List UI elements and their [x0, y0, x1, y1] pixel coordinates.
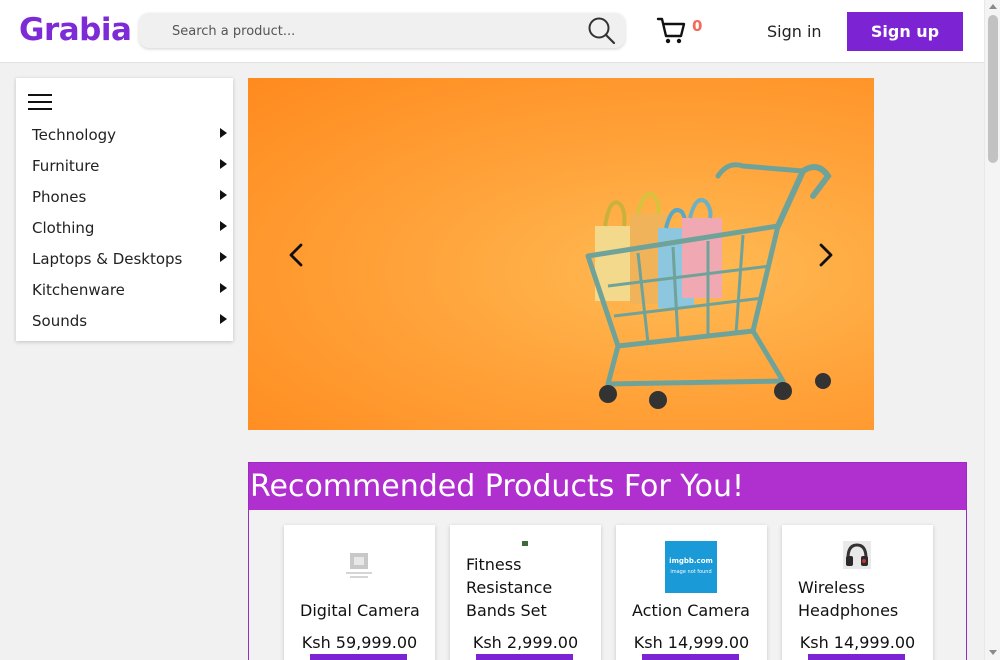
caret-right-icon — [220, 221, 227, 231]
search-icon[interactable] — [587, 16, 617, 46]
sidebar-item-label: Furniture — [32, 157, 100, 175]
sidebar-item-label: Clothing — [32, 219, 95, 237]
product-name: Wireless Headphones — [798, 578, 899, 620]
scroll-up-arrow-icon[interactable] — [989, 4, 997, 9]
product-card-fitness-bands[interactable]: Fitness Resistance Bands Set Ksh 2,999.0… — [450, 525, 601, 660]
sidebar-item-technology[interactable]: Technology — [32, 124, 227, 148]
caret-right-icon — [220, 252, 227, 262]
sidebar-item-label: Technology — [32, 126, 117, 144]
product-price: Ksh 14,999.00 — [633, 633, 750, 652]
scroll-thumb[interactable] — [988, 15, 998, 163]
add-to-cart-button[interactable] — [476, 654, 573, 660]
image-not-found-thumbnail: imgbb.com image not found — [665, 541, 717, 593]
caret-right-icon — [220, 314, 227, 324]
placeholder-image-icon — [346, 553, 372, 578]
product-card-digital-camera[interactable]: Digital Camera Ksh 59,999.00 — [284, 525, 435, 660]
product-name: Fitness Resistance Bands Set — [466, 555, 553, 620]
search-bar — [139, 13, 625, 48]
product-thumbnail — [522, 541, 528, 546]
product-name: Action Camera — [632, 601, 750, 620]
search-input[interactable] — [172, 20, 572, 42]
category-sidebar: Technology Furniture Phones Clothing Lap… — [16, 78, 233, 341]
sidebar-item-clothing[interactable]: Clothing — [32, 217, 227, 241]
cart-count-badge: 0 — [692, 17, 703, 35]
recommended-header: Recommended Products For You! — [249, 463, 966, 510]
page-scrollbar[interactable] — [984, 0, 1000, 660]
sidebar-item-label: Sounds — [32, 312, 88, 330]
thumbnail-caption: imgbb.com — [669, 557, 713, 565]
sidebar-item-label: Kitchenware — [32, 281, 125, 299]
hero-carousel — [248, 78, 874, 430]
caret-right-icon — [220, 283, 227, 293]
sign-in-link[interactable]: Sign in — [767, 22, 822, 41]
carousel-next-chevron-icon[interactable] — [814, 241, 838, 269]
section-title: Recommended Products For You! — [250, 469, 745, 504]
product-card-action-camera[interactable]: imgbb.com image not found Action Camera … — [616, 525, 767, 660]
add-to-cart-button[interactable] — [310, 654, 407, 660]
top-header: Grabia 0 Sign in Sign up — [0, 0, 984, 63]
product-price: Ksh 59,999.00 — [301, 633, 418, 652]
headphones-thumbnail — [843, 541, 871, 569]
recommended-products-section: Recommended Products For You! Digital Ca… — [248, 462, 967, 660]
cart-icon[interactable] — [656, 16, 688, 46]
hamburger-menu-icon[interactable] — [28, 94, 52, 110]
sidebar-item-kitchenware[interactable]: Kitchenware — [32, 279, 227, 303]
sign-up-button[interactable]: Sign up — [847, 12, 963, 51]
add-to-cart-button[interactable] — [642, 654, 739, 660]
sidebar-item-phones[interactable]: Phones — [32, 186, 227, 210]
caret-right-icon — [220, 128, 227, 138]
sidebar-item-laptops-desktops[interactable]: Laptops & Desktops — [32, 248, 227, 272]
scroll-down-arrow-icon[interactable] — [989, 650, 997, 655]
sidebar-item-label: Laptops & Desktops — [32, 250, 183, 268]
product-card-wireless-headphones[interactable]: Wireless Headphones Ksh 14,999.00 — [782, 525, 933, 660]
product-name: Digital Camera — [300, 601, 420, 620]
caret-right-icon — [220, 190, 227, 200]
sidebar-item-sounds[interactable]: Sounds — [32, 310, 227, 334]
add-to-cart-button[interactable] — [808, 654, 905, 660]
sidebar-item-label: Phones — [32, 188, 87, 206]
caret-right-icon — [220, 159, 227, 169]
thumbnail-caption: image not found — [670, 569, 712, 575]
site-logo[interactable]: Grabia — [19, 12, 132, 48]
carousel-prev-chevron-icon[interactable] — [284, 241, 308, 269]
sidebar-item-furniture[interactable]: Furniture — [32, 155, 227, 179]
product-price: Ksh 14,999.00 — [799, 633, 916, 652]
product-price: Ksh 2,999.00 — [472, 633, 579, 652]
shopping-cart-with-bags-image — [585, 162, 832, 409]
